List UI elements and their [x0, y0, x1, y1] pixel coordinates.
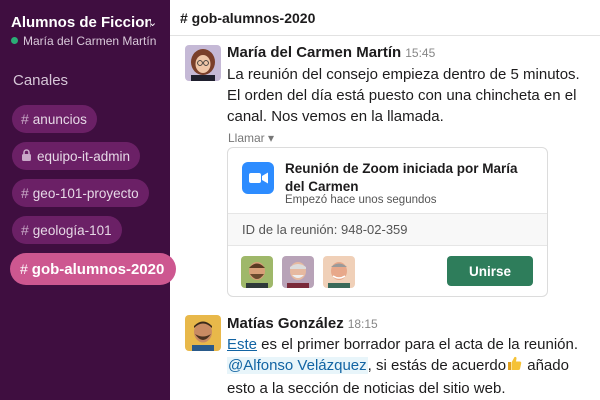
avatar[interactable] [185, 315, 221, 351]
hash-icon: # [21, 222, 29, 238]
workspace-name[interactable]: Alumnos de Ficcion… [11, 14, 151, 31]
avatar[interactable] [185, 45, 221, 81]
channel-header: # gob-alumnos-2020 [170, 0, 600, 36]
channel-label: gob-alumnos-2020 [31, 260, 165, 278]
sidebar: Alumnos de Ficcion… ⌄ María del Carmen M… [0, 0, 177, 400]
hash-icon: # [20, 261, 28, 277]
message-line-text: , si estás de acuerdo [367, 357, 507, 374]
message-line: El orden del día está puesto con una chi… [227, 87, 577, 104]
sidebar-item-gob-alumnos-2020[interactable]: # gob-alumnos-2020 [10, 253, 177, 285]
message-author[interactable]: María del Carmen Martín 15:45 [227, 44, 435, 61]
channel-label: geo-101-proyecto [32, 185, 139, 201]
hash-icon: # [21, 185, 29, 201]
message-author[interactable]: Matías González 18:15 [227, 315, 378, 332]
presence-active-icon [11, 37, 18, 44]
lock-icon [21, 148, 32, 164]
message-line: canal. Nos vemos en la llamada. [227, 108, 444, 125]
thumbs-up-icon [506, 355, 523, 378]
hash-icon: # [21, 111, 29, 127]
sidebar-item-geo-101-proyecto[interactable]: # geo-101-proyecto [12, 179, 149, 207]
message-text: La reunión del consejo empieza dentro de… [227, 64, 592, 127]
call-title: Reunión de Zoom iniciada por María del C… [285, 161, 518, 194]
message-line-text: es el primer borrador para el acta de la… [257, 336, 579, 353]
meeting-id-row: ID de la reunión: 948-02-359 [228, 214, 547, 246]
participant-avatar[interactable] [323, 256, 355, 288]
message-timestamp[interactable]: 18:15 [348, 317, 378, 331]
divider [228, 245, 547, 246]
current-user: María del Carmen Martín [11, 34, 156, 48]
message-text: Este es el primer borrador para el acta … [227, 334, 597, 399]
join-button[interactable]: Unirse [447, 256, 533, 286]
sidebar-item-geologia-101[interactable]: # geología-101 [12, 216, 122, 244]
sidebar-item-equipo-it-admin[interactable]: equipo-it-admin [12, 142, 141, 170]
participant-avatar[interactable] [241, 256, 273, 288]
channels-section-title[interactable]: Canales [13, 72, 68, 89]
channel-label: anuncios [32, 111, 87, 127]
message-line: esto a la sección de noticias del sitio … [227, 380, 506, 397]
message-line: @Alfonso Velázquez, si estás de acuerdo … [227, 355, 597, 378]
channel-label: geología-101 [32, 222, 112, 238]
message-line: La reunión del consejo empieza dentro de… [227, 66, 580, 83]
sidebar-item-anuncios[interactable]: # anuncios [12, 105, 97, 133]
meeting-id: ID de la reunión: 948-02-359 [242, 222, 408, 237]
channel-title[interactable]: # gob-alumnos-2020 [180, 10, 315, 26]
zoom-icon [242, 162, 274, 194]
call-label[interactable]: Llamar ▾ [228, 131, 274, 145]
author-name[interactable]: María del Carmen Martín [227, 44, 401, 61]
document-link[interactable]: Este [227, 336, 257, 353]
channel-label: equipo-it-admin [37, 148, 131, 164]
participant-avatar[interactable] [282, 256, 314, 288]
chevron-down-icon[interactable]: ⌄ [148, 16, 157, 29]
call-subtitle: Empezó hace unos segundos [285, 194, 437, 206]
zoom-call-card: Reunión de Zoom iniciada por María del C… [227, 147, 548, 297]
author-name[interactable]: Matías González [227, 315, 344, 332]
current-user-name: María del Carmen Martín [23, 34, 157, 48]
message-timestamp[interactable]: 15:45 [405, 46, 435, 60]
message-line: Este es el primer borrador para el acta … [227, 334, 597, 355]
message-line-text: añado [523, 357, 569, 374]
user-mention[interactable]: @Alfonso Velázquez [227, 357, 368, 374]
